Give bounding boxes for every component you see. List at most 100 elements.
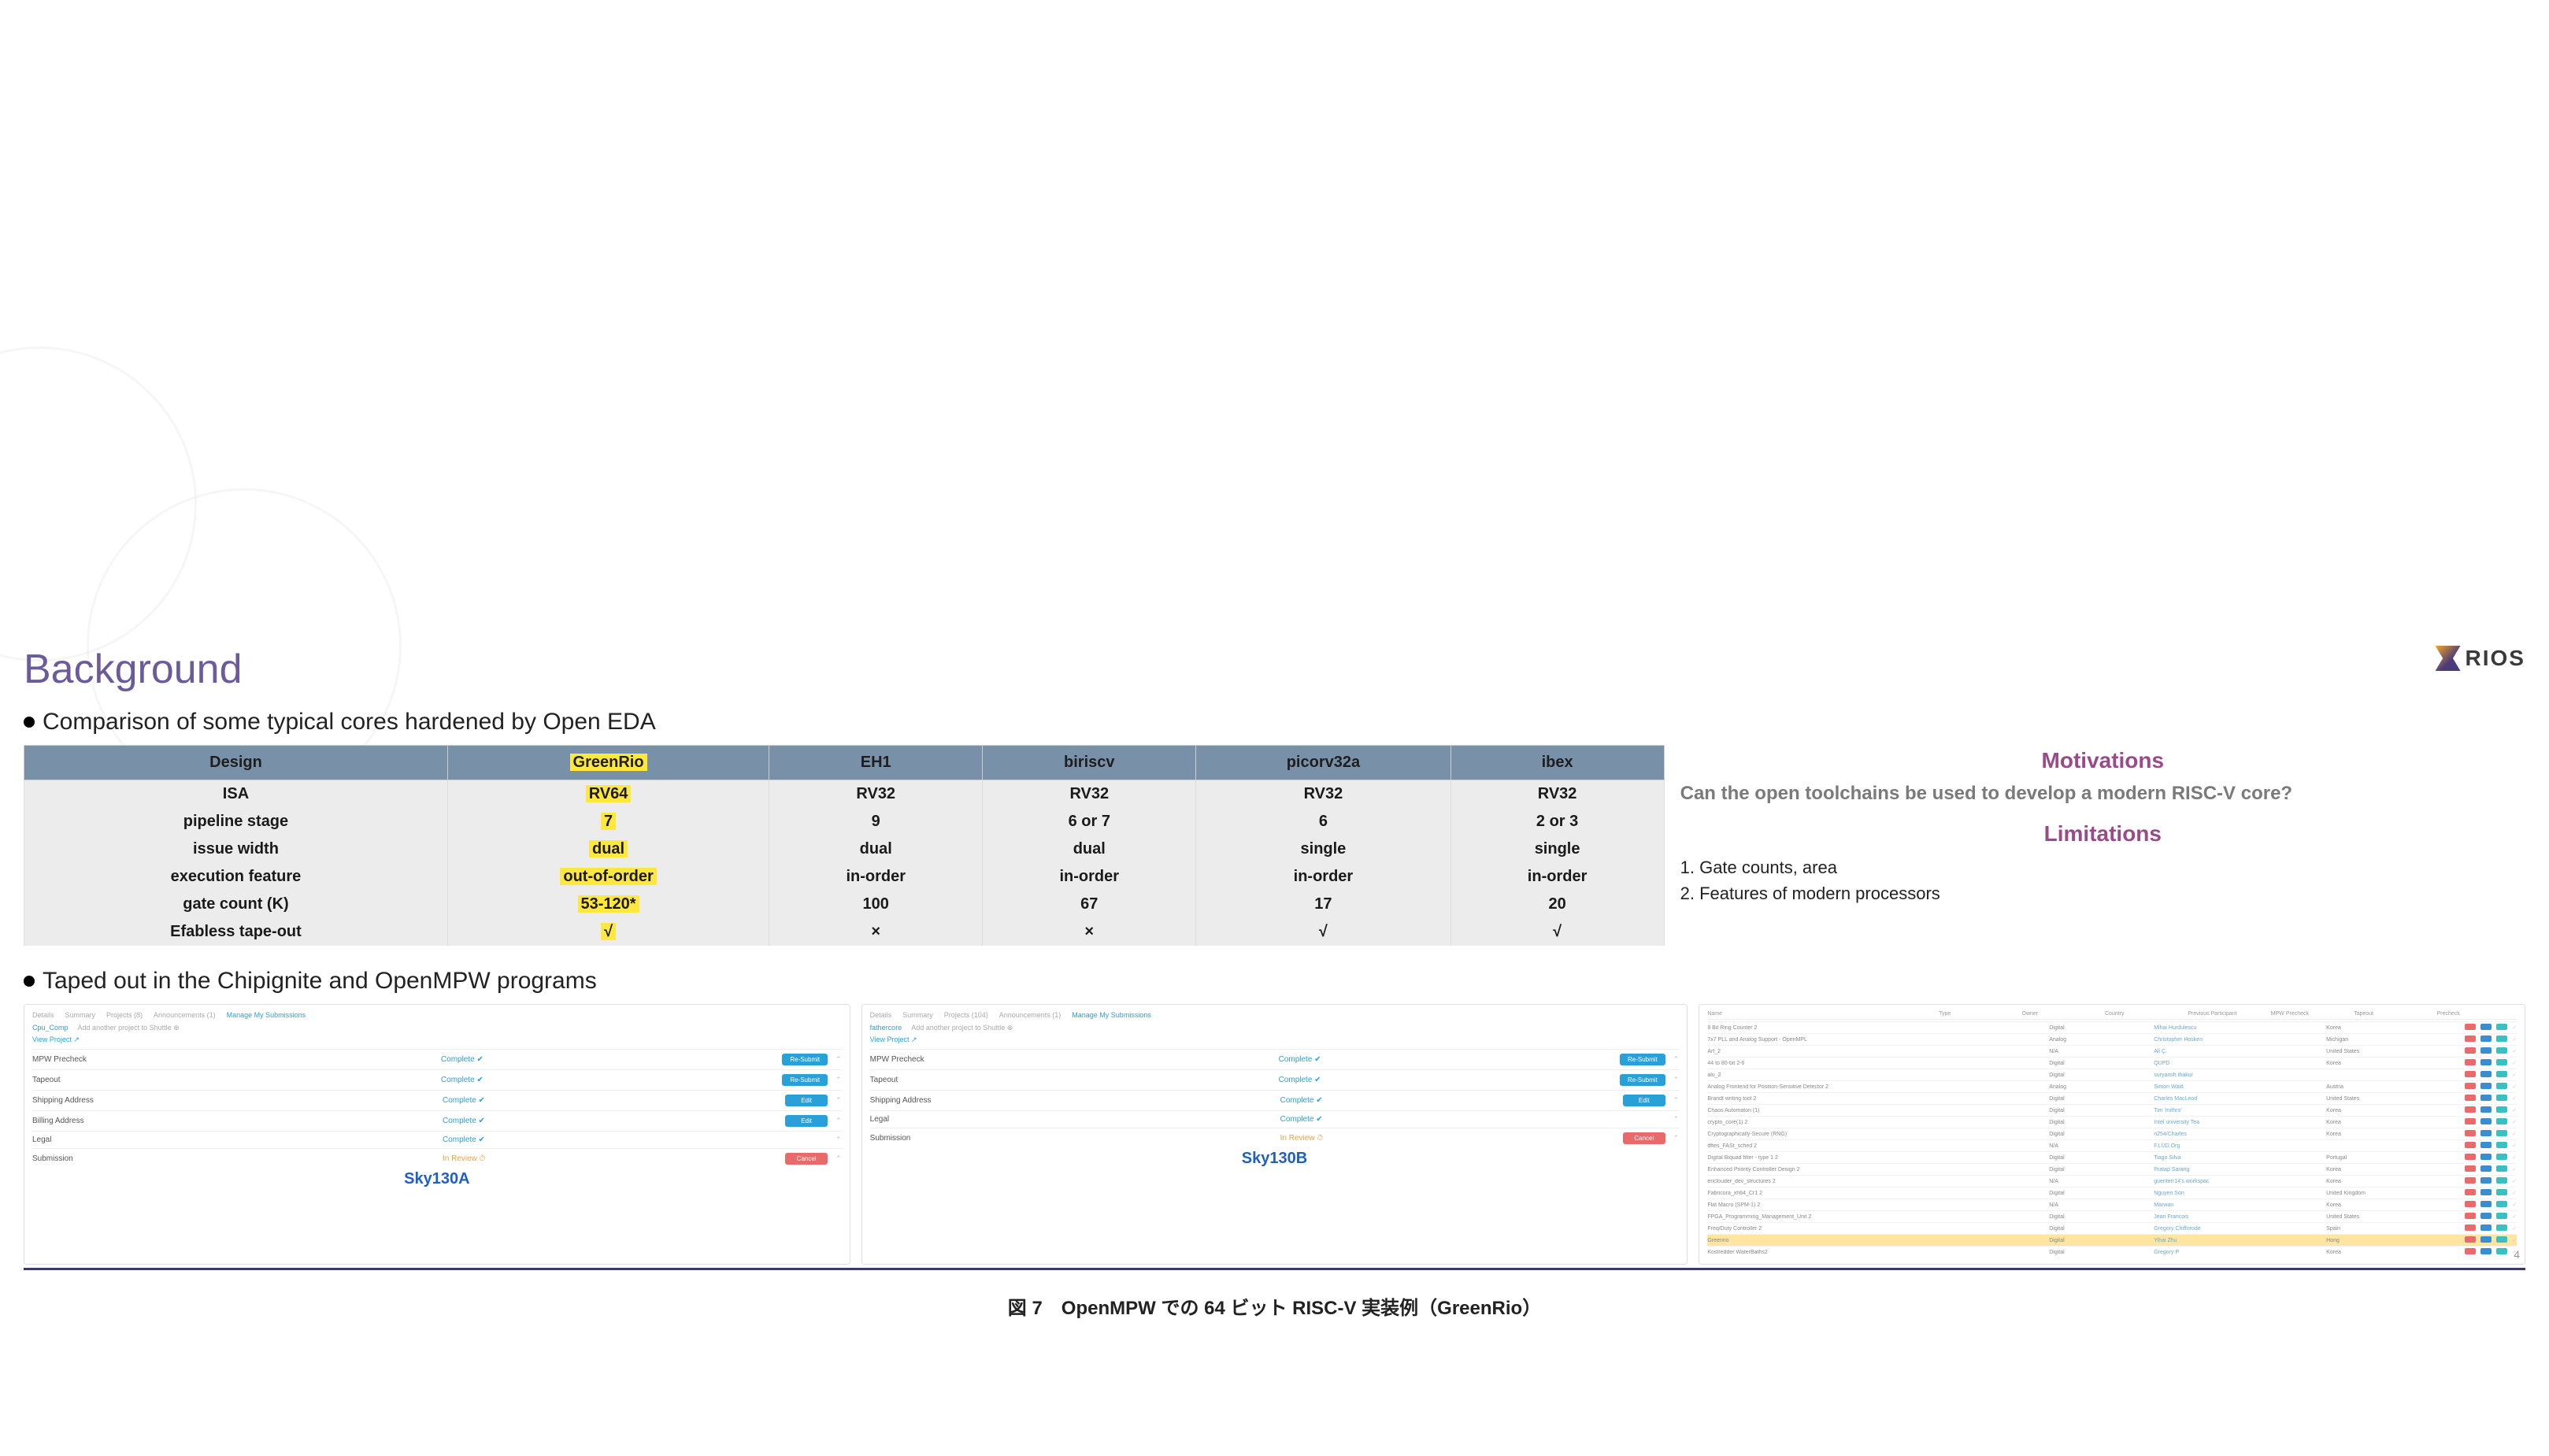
project-country: United States [2326,1096,2462,1102]
project-name: Freq/Duty Controller 2 [1707,1226,2046,1232]
project-name: Kostredder WaterBaths2 [1707,1250,2046,1255]
project-name: FPGA_Programming_Management_Unit 2 [1707,1214,2046,1220]
edit-button[interactable]: Edit [785,1115,828,1127]
chip-red [2465,1177,2477,1185]
submission-row-status: Complete ✔ [441,1055,777,1064]
project-type: Digital [2049,1073,2151,1078]
chevron-up-icon[interactable]: ⌃ [1670,1115,1680,1124]
project-list-row[interactable]: Kostredder WaterBaths2DigitalGregory PKo… [1707,1246,2517,1258]
tab-projects[interactable]: Projects (104) [944,1011,988,1019]
chevron-up-icon[interactable]: ⌃ [832,1154,842,1163]
submission-row-label: MPW Precheck [32,1055,436,1064]
re-submit-button[interactable]: Re-Submit [1620,1054,1665,1065]
project-list-row[interactable]: Enhanced Priority Controller Design 2Dig… [1707,1163,2517,1175]
chip-teal [2496,1130,2509,1138]
chip-blue [2480,1248,2493,1256]
chevron-up-icon[interactable]: ⌃ [832,1096,842,1105]
submission-row-label: MPW Precheck [870,1055,1274,1064]
row-flag: ✓ [2512,1166,2517,1173]
cancel-button[interactable]: Cancel [1623,1132,1665,1144]
project-type: Digital [2049,1238,2151,1243]
project-list-row[interactable]: Flat Macro (SPM-1) 2N/AMarwanKorea✓ [1707,1199,2517,1210]
project-type: Digital [2049,1226,2151,1232]
submission-row-label: Legal [32,1136,438,1144]
project-list-row[interactable]: Chaos Automaton (1)DigitalTim 'mithro'Ko… [1707,1104,2517,1116]
submission-row-status: Complete ✔ [1279,1076,1615,1084]
project-name: dftes_FASt_sched 2 [1707,1143,2046,1149]
panel-a-view[interactable]: View Project ↗ [32,1036,842,1044]
project-list-row[interactable]: Analog Frontend for Position-Sensitive D… [1707,1080,2517,1092]
tab-summary[interactable]: Summary [902,1011,933,1019]
project-list-row[interactable]: FPGA_Programming_Management_Unit 2Digita… [1707,1210,2517,1222]
project-name: Enhanced Priority Controller Design 2 [1707,1167,2046,1173]
project-country: Korea [2326,1108,2462,1113]
chevron-up-icon[interactable]: ⌃ [832,1136,842,1144]
tab-announcements[interactable]: Announcements (1) [999,1011,1061,1019]
project-name: ericlouder_dev_structures 2 [1707,1179,2046,1184]
chip-teal [2496,1201,2509,1209]
project-list-row[interactable]: Cryptographically-Secure (RNG)Digitaln25… [1707,1128,2517,1139]
chevron-up-icon[interactable]: ⌃ [832,1076,842,1084]
row-flag: ✓ [2512,1213,2517,1220]
chip-teal [2496,1083,2509,1091]
th-biriscv: biriscv [983,746,1196,780]
project-list-row[interactable]: Digital Biquad filter - type 1 2DigitalT… [1707,1151,2517,1163]
panel-b-add[interactable]: Add another project to Shuttle ⊕ [911,1024,1013,1032]
edit-button[interactable]: Edit [1623,1095,1665,1106]
tab-manage-submissions[interactable]: Manage My Submissions [1072,1011,1151,1019]
chip-teal [2496,1142,2509,1150]
re-submit-button[interactable]: Re-Submit [782,1054,828,1065]
project-owner: Gregory P [2154,1250,2323,1255]
th-eh1: EH1 [769,746,983,780]
tab-summary[interactable]: Summary [65,1011,96,1019]
chevron-up-icon[interactable]: ⌃ [832,1055,842,1064]
project-list-row[interactable]: Freq/Duty Controller 2DigitalGregory Chi… [1707,1222,2517,1234]
chip-red [2465,1224,2477,1232]
project-list-row[interactable]: Arf_2N/AAli Ç.United States✓ [1707,1045,2517,1057]
project-list-row[interactable]: crypto_core(1) 2DigitalIntel university … [1707,1116,2517,1128]
project-list-row[interactable]: Brandt writing tool 2DigitalCharles MacL… [1707,1092,2517,1104]
chevron-up-icon[interactable]: ⌃ [1670,1055,1680,1064]
submission-row-label: Tapeout [32,1076,436,1084]
chip-red [2465,1236,2477,1244]
panel-b-view[interactable]: View Project ↗ [870,1036,1680,1044]
row-issue: issue width dual dual dual single single [24,835,1665,863]
submission-row: Shipping AddressComplete ✔Edit⌃ [32,1090,842,1110]
submission-row-status: In Review ⏱ [1280,1134,1618,1143]
tab-projects[interactable]: Projects (8) [106,1011,143,1019]
bullet-dot-icon [24,717,35,728]
project-list-row[interactable]: GreenrioDigitalYihai ZhuHong✓ [1707,1234,2517,1246]
project-list-row[interactable]: 44 to 80-bit 2-6DigitalQUPDKorea✓ [1707,1057,2517,1069]
row-flag: ✓ [2512,1190,2517,1196]
bullet-comparison-text: Comparison of some typical cores hardene… [43,709,656,735]
project-list-row[interactable]: dftes_FASt_sched 2N/AF.LUD.Org✓ [1707,1139,2517,1151]
panel-b-project[interactable]: fathercore [870,1024,902,1032]
chevron-up-icon[interactable]: ⌃ [1670,1076,1680,1084]
project-list-row[interactable]: ericlouder_dev_structures 2N/Aguenterr14… [1707,1175,2517,1187]
edit-button[interactable]: Edit [785,1095,828,1106]
chip-red [2465,1071,2477,1079]
tab-announcements[interactable]: Announcements (1) [154,1011,216,1019]
project-owner: Pratap Sarang [2154,1167,2323,1173]
tab-details[interactable]: Details [32,1011,54,1019]
re-submit-button[interactable]: Re-Submit [782,1074,828,1086]
tab-details[interactable]: Details [870,1011,892,1019]
re-submit-button[interactable]: Re-Submit [1620,1074,1665,1086]
submission-row-label: Shipping Address [870,1096,1276,1105]
project-list-row[interactable]: alu_2Digitalsuryansh thakur✓ [1707,1069,2517,1080]
cancel-button[interactable]: Cancel [785,1153,828,1165]
project-country: Michigan [2326,1037,2462,1043]
chevron-up-icon[interactable]: ⌃ [1670,1096,1680,1105]
project-list-row[interactable]: 9 Bit Ring Counter 2DigitalMihai Hurdule… [1707,1021,2517,1033]
motivations-heading: Motivations [1680,748,2525,773]
chevron-up-icon[interactable]: ⌃ [1670,1134,1680,1143]
chip-blue [2480,1130,2493,1138]
panel-a-project[interactable]: Cpu_Comp [32,1024,69,1032]
project-owner: Ali Ç. [2154,1049,2323,1054]
panel-a-add[interactable]: Add another project to Shuttle ⊕ [78,1024,180,1032]
tab-manage-submissions[interactable]: Manage My Submissions [227,1011,306,1019]
chevron-up-icon[interactable]: ⌃ [832,1117,842,1125]
project-list-row[interactable]: Fabricora_xh64_Cr1 2DigitalNguyen SonUni… [1707,1187,2517,1199]
project-list-row[interactable]: 7x7 PLL and Analog Support - OpenMPLAnal… [1707,1033,2517,1045]
chip-red [2465,1095,2477,1102]
